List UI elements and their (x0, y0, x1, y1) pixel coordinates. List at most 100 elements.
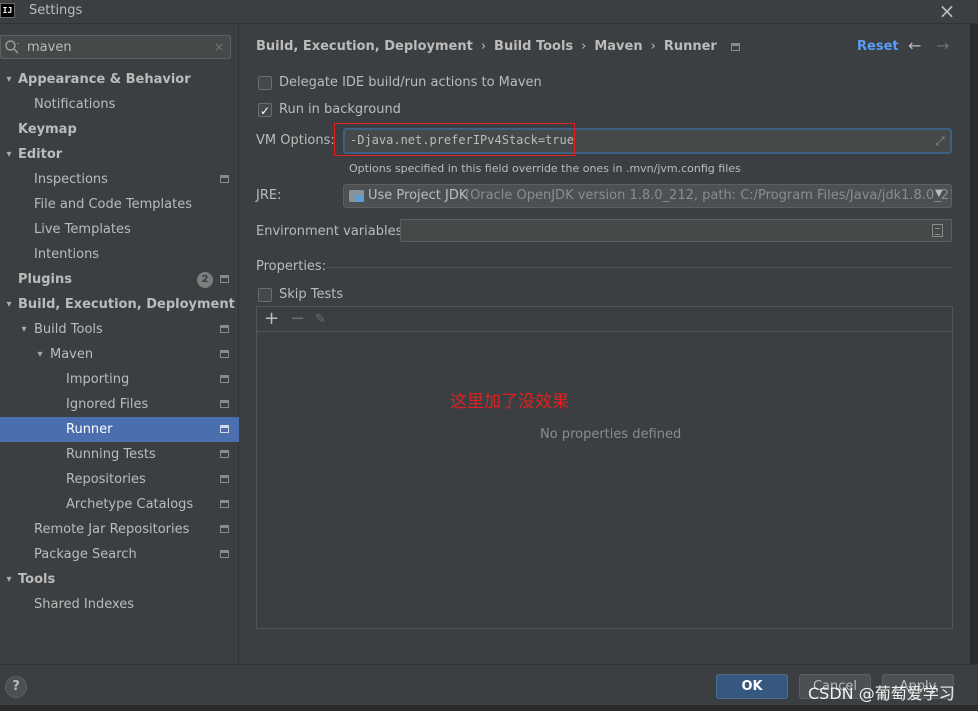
delegate-build-label: Delegate IDE build/run actions to Maven (279, 75, 542, 90)
sidebar-item-label: Inspections (34, 172, 108, 187)
edit-property-icon[interactable]: ✎ (315, 310, 326, 330)
jdk-folder-icon (349, 190, 364, 202)
sidebar-item-label: Importing (66, 372, 130, 387)
sidebar-item-archetype-catalogs[interactable]: Archetype Catalogs (0, 492, 239, 517)
ok-button[interactable]: OK (716, 674, 788, 699)
project-settings-icon (220, 525, 229, 533)
sidebar-item-file-code-templates[interactable]: File and Code Templates (0, 192, 239, 217)
plugins-update-badge: 2 (197, 272, 213, 288)
settings-content: Build, Execution, Deployment › Build Tools… (240, 24, 970, 664)
vm-options-field[interactable]: -Djava.net.preferIPv4Stack=true ⤢ (334, 123, 952, 156)
sidebar-item-build-execution-deployment[interactable]: ▾ Build, Execution, Deployment (0, 292, 239, 317)
sidebar-item-running-tests[interactable]: Running Tests (0, 442, 239, 467)
sidebar-item-inspections[interactable]: Inspections (0, 167, 239, 192)
reset-link[interactable]: Reset (857, 39, 899, 54)
jre-select[interactable]: Use Project JDK (Oracle OpenJDK version … (343, 184, 952, 208)
help-button[interactable]: ? (5, 676, 27, 698)
project-settings-icon (220, 550, 229, 558)
sidebar-item-plugins[interactable]: Plugins 2 (0, 267, 239, 292)
skip-tests-label: Skip Tests (279, 287, 344, 302)
intellij-logo-icon: IJ (0, 3, 15, 18)
vm-options-hint: Options specified in this field override… (349, 162, 741, 175)
sidebar-item-intentions[interactable]: Intentions (0, 242, 239, 267)
jre-selected-value: Use Project JDK (368, 188, 468, 203)
sidebar-item-label: Archetype Catalogs (66, 497, 194, 512)
chevron-down-icon[interactable]: ▾ (3, 567, 15, 592)
sidebar-item-maven[interactable]: ▾ Maven (0, 342, 239, 367)
sidebar-item-package-search[interactable]: Package Search (0, 542, 239, 567)
sidebar-item-build-tools[interactable]: ▾ Build Tools (0, 317, 239, 342)
sidebar-item-editor[interactable]: ▾ Editor (0, 142, 239, 167)
chevron-down-icon[interactable]: ▾ (34, 342, 46, 367)
dropdown-arrow-icon[interactable]: ▼ (935, 188, 943, 199)
sidebar-item-remote-jar-repositories[interactable]: Remote Jar Repositories (0, 517, 239, 542)
sidebar-item-label: Intentions (34, 247, 100, 262)
chevron-down-icon[interactable]: ▾ (18, 317, 30, 342)
sidebar-item-repositories[interactable]: Repositories (0, 467, 239, 492)
dialog-footer: ? OK Cancel Apply CSDN @葡萄爱学习 (0, 664, 978, 711)
sidebar-item-label: Running Tests (66, 447, 156, 462)
sidebar-item-label: Appearance & Behavior (18, 72, 191, 87)
project-settings-icon (220, 325, 229, 333)
sidebar-item-label: Repositories (66, 472, 146, 487)
edit-env-vars-icon[interactable] (932, 224, 943, 237)
sidebar-item-label: Plugins (18, 272, 72, 287)
run-in-background-checkbox[interactable] (258, 101, 272, 121)
window-title: Settings (29, 3, 83, 18)
jre-label: JRE: (256, 188, 282, 203)
add-property-icon[interactable]: + (264, 308, 279, 330)
sidebar-item-label: Ignored Files (66, 397, 149, 412)
breadcrumb-item[interactable]: Build Tools (494, 39, 573, 54)
back-arrow-icon[interactable]: ← (908, 36, 921, 55)
run-in-background-label: Run in background (279, 102, 401, 117)
breadcrumb-item[interactable]: Build, Execution, Deployment (256, 39, 473, 54)
project-settings-icon (730, 42, 740, 51)
expand-icon[interactable]: ⤢ (935, 134, 949, 148)
clear-search-icon[interactable]: × (212, 38, 226, 56)
project-settings-icon (220, 275, 229, 283)
close-icon[interactable]: × (938, 0, 956, 22)
properties-toolbar: + − ✎ (257, 307, 952, 332)
watermark: CSDN @葡萄爱学习 (808, 684, 955, 703)
sidebar-item-ignored-files[interactable]: Ignored Files (0, 392, 239, 417)
search-input[interactable] (27, 38, 207, 56)
breadcrumb-separator: › (480, 39, 487, 54)
sidebar-item-label: Build, Execution, Deployment (18, 297, 235, 312)
sidebar-item-notifications[interactable]: Notifications (0, 92, 239, 117)
sidebar-item-shared-indexes[interactable]: Shared Indexes (0, 592, 239, 617)
chevron-down-icon[interactable]: ▾ (3, 292, 15, 317)
sidebar-item-label: Tools (18, 572, 56, 587)
breadcrumb: Build, Execution, Deployment › Build Tools… (256, 39, 740, 57)
sidebar-item-importing[interactable]: Importing (0, 367, 239, 392)
env-vars-field[interactable] (400, 219, 952, 242)
chevron-down-icon[interactable]: ▾ (3, 67, 15, 92)
project-settings-icon (220, 500, 229, 508)
sidebar-item-runner[interactable]: Runner (0, 417, 239, 442)
search-icon (5, 40, 19, 54)
sidebar-item-tools[interactable]: ▾ Tools (0, 567, 239, 592)
settings-sidebar: × ▾ Appearance & Behavior Notifications … (0, 24, 239, 664)
breadcrumb-item[interactable]: Maven (594, 39, 642, 54)
chevron-down-icon[interactable]: ▾ (3, 142, 15, 167)
sidebar-item-label: Live Templates (34, 222, 131, 237)
breadcrumb-item: Runner (663, 39, 717, 54)
project-settings-icon (220, 475, 229, 483)
sidebar-item-appearance-behavior[interactable]: ▾ Appearance & Behavior (0, 67, 239, 92)
forward-arrow-icon[interactable]: → (936, 36, 949, 55)
sidebar-item-label: Notifications (34, 97, 116, 112)
env-vars-label: Environment variables: (256, 224, 407, 239)
background-editor-strip (0, 705, 978, 711)
sidebar-item-label: Package Search (34, 547, 137, 562)
sidebar-item-label: Remote Jar Repositories (34, 522, 190, 537)
delegate-build-checkbox[interactable] (258, 76, 272, 90)
sidebar-item-live-templates[interactable]: Live Templates (0, 217, 239, 242)
annotation-note: 这里加了没效果 (450, 392, 569, 412)
title-bar: IJ Settings × (0, 0, 978, 24)
remove-property-icon[interactable]: − (290, 308, 305, 330)
search-box[interactable]: × (0, 35, 231, 59)
sidebar-item-label: Runner (66, 422, 113, 437)
sidebar-item-keymap[interactable]: Keymap (0, 117, 239, 142)
properties-divider (327, 267, 952, 268)
properties-table: + − ✎ 这里加了没效果 No properties defined (256, 306, 953, 629)
skip-tests-checkbox[interactable] (258, 288, 272, 302)
